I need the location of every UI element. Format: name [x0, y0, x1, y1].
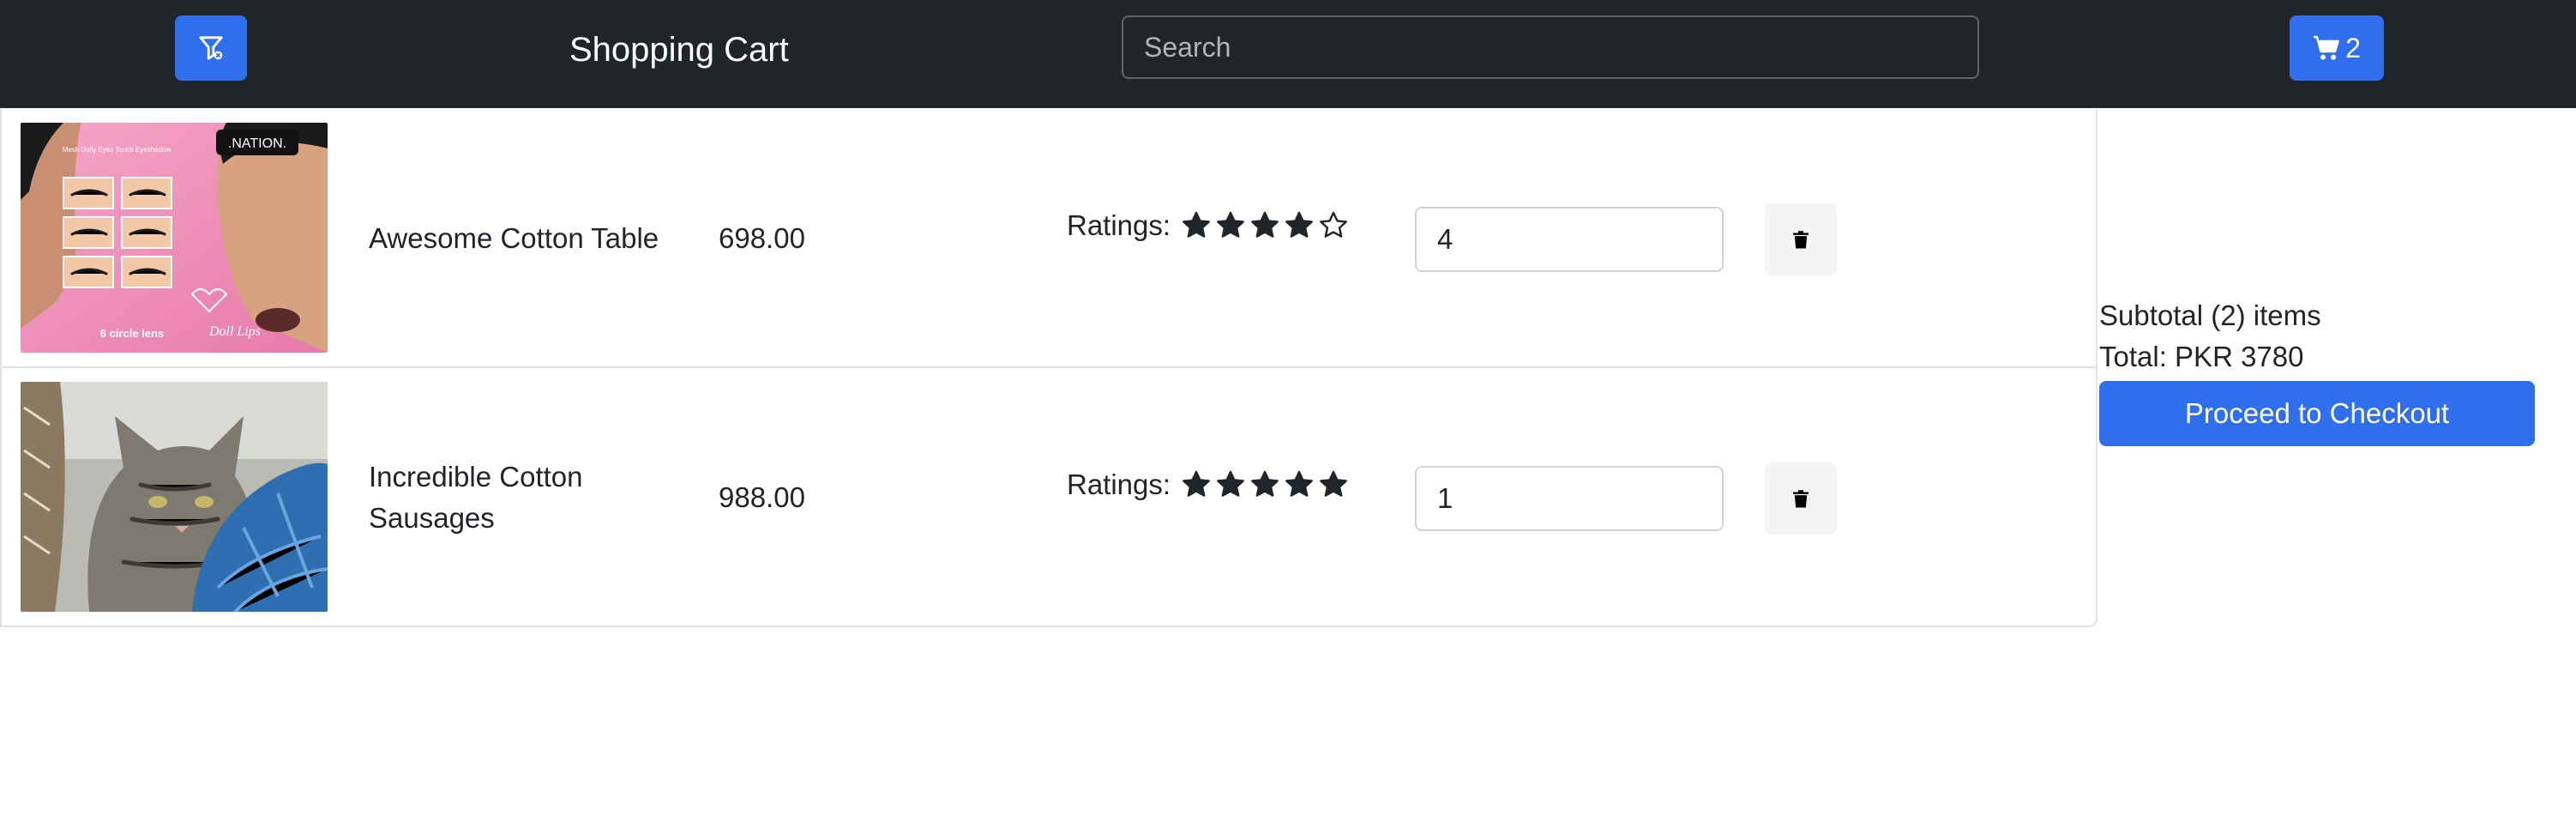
filter-button[interactable]: [175, 15, 247, 81]
ratings-label: Ratings:: [1067, 468, 1171, 500]
quantity-input[interactable]: [1415, 207, 1724, 272]
star-filled-icon: [1285, 211, 1313, 238]
star-filled-icon: [1217, 470, 1244, 497]
cart-icon: [2313, 34, 2340, 62]
product-price: 698.00: [719, 222, 805, 254]
product-name: Awesome Cotton Table: [369, 222, 659, 254]
trash-icon: [1791, 487, 1811, 510]
cart-item: .NATION. Mesh Dolly Eyes Touch Eyeshadow…: [2, 109, 2098, 368]
star-filled-icon: [1217, 211, 1244, 238]
product-name: Incredible Cotton Sausages: [369, 461, 583, 534]
total-text: Total: PKR 3780: [2099, 341, 2304, 372]
delete-button[interactable]: [1765, 203, 1837, 275]
image-lips-text: Doll Lips: [208, 324, 261, 339]
cart-button[interactable]: 2: [2290, 15, 2384, 81]
delete-button[interactable]: [1765, 462, 1837, 535]
product-image: .NATION. Mesh Dolly Eyes Touch Eyeshadow…: [21, 123, 328, 353]
star-filled-icon: [1183, 470, 1210, 497]
page-title[interactable]: Shopping Cart: [569, 26, 789, 74]
navbar: Shopping Cart 2: [0, 0, 2576, 108]
product-rating: Ratings:: [1067, 464, 1349, 505]
search-input[interactable]: [1122, 15, 1979, 79]
star-rating: [1181, 469, 1349, 500]
cart-item: Incredible Cotton Sausages 988.00 Rating…: [2, 366, 2098, 627]
image-brand-text: .NATION.: [228, 136, 286, 151]
ratings-label: Ratings:: [1067, 209, 1171, 241]
star-filled-icon: [1251, 211, 1279, 238]
star-empty-icon: [1320, 211, 1347, 238]
checkout-button[interactable]: Proceed to Checkout: [2099, 381, 2535, 446]
product-rating: Ratings:: [1067, 205, 1349, 246]
cart-count: 2: [2345, 32, 2361, 63]
quantity-input[interactable]: [1415, 466, 1724, 531]
subtotal-text: Subtotal (2) items: [2099, 299, 2321, 331]
star-filled-icon: [1251, 470, 1279, 497]
star-filled-icon: [1320, 470, 1347, 497]
star-rating: [1181, 210, 1349, 241]
image-caption-text: Mesh Dolly Eyes Touch Eyeshadow: [63, 146, 172, 154]
star-filled-icon: [1285, 470, 1313, 497]
product-image: [21, 382, 328, 612]
filter-icon: [198, 35, 224, 61]
star-filled-icon: [1183, 211, 1210, 238]
trash-icon: [1791, 228, 1811, 251]
order-summary: Subtotal (2) items Total: PKR 3780 Proce…: [2099, 295, 2535, 446]
cart-list: .NATION. Mesh Dolly Eyes Touch Eyeshadow…: [0, 109, 2098, 627]
image-lens-text: 6 circle lens: [100, 327, 164, 340]
product-price: 988.00: [719, 481, 805, 513]
